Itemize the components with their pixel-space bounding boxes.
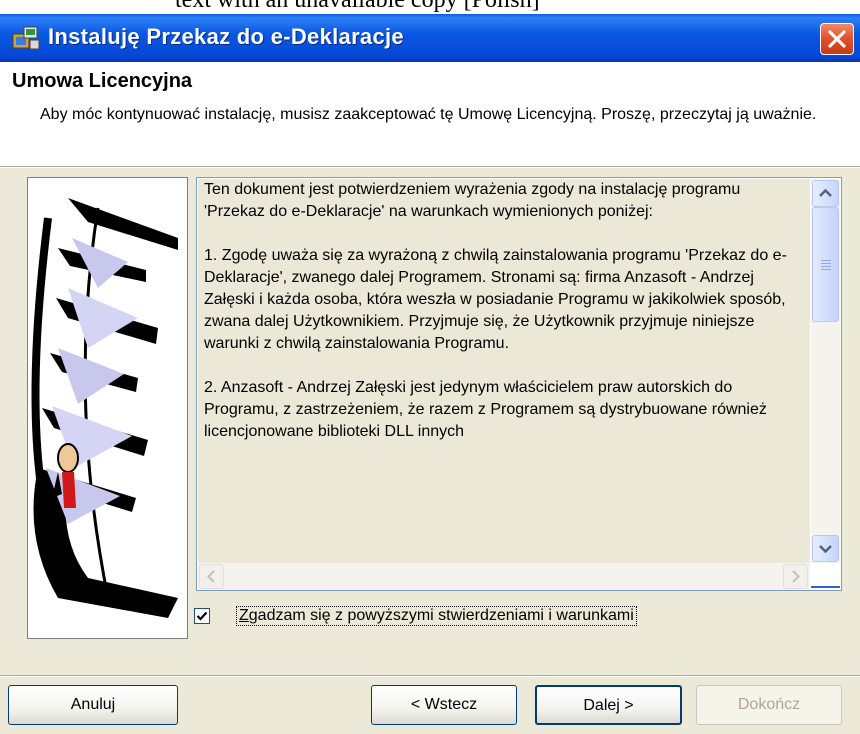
wizard-footer: Anuluj < Wstecz Dalej > Dokończ <box>0 677 860 734</box>
chevron-right-icon <box>792 570 800 583</box>
wizard-header: Umowa Licencyjna Aby móc kontynuować ins… <box>0 62 860 166</box>
scroll-right-button[interactable] <box>783 564 808 589</box>
page-title: Umowa Licencyjna <box>12 70 193 92</box>
next-button[interactable]: Dalej > <box>535 685 682 725</box>
back-button[interactable]: < Wstecz <box>371 685 517 725</box>
scroll-down-button[interactable] <box>812 535 839 562</box>
agree-checkbox-label[interactable]: Zgadzam się z powyższymi stwierdzeniami … <box>236 606 637 626</box>
page-description: Aby móc kontynuować instalację, musisz z… <box>40 106 817 123</box>
checkmark-icon <box>196 611 208 621</box>
scroll-up-button[interactable] <box>812 180 839 207</box>
window-title: Instaluję Przekaz do e-Deklaracje <box>48 24 404 49</box>
cropped-top-strip: text with an unavailable copy [Polish] <box>0 0 860 14</box>
agree-checkbox[interactable] <box>194 608 210 624</box>
wizard-body: Ten dokument jest potwierdzeniem wyrażen… <box>0 168 860 677</box>
license-illustration <box>27 177 188 639</box>
cropped-top-text: text with an unavailable copy [Polish] <box>175 0 540 13</box>
cancel-button[interactable]: Anuluj <box>8 685 178 725</box>
license-text: Ten dokument jest potwierdzeniem wyrażen… <box>204 181 787 440</box>
scroll-left-button[interactable] <box>199 564 224 589</box>
license-text-box[interactable]: Ten dokument jest potwierdzeniem wyrażen… <box>196 177 842 591</box>
vertical-scrollbar[interactable] <box>811 179 840 563</box>
chevron-down-icon <box>819 545 832 554</box>
chevron-left-icon <box>207 570 215 583</box>
license-viewport: Ten dokument jest potwierdzeniem wyrażen… <box>198 179 810 563</box>
close-button[interactable] <box>820 23 854 55</box>
vertical-scroll-thumb[interactable] <box>812 207 839 322</box>
close-icon <box>828 30 846 48</box>
chevron-up-icon <box>819 188 832 197</box>
scrollbar-corner <box>811 563 840 590</box>
horizontal-scrollbar[interactable] <box>198 563 810 590</box>
title-bar[interactable]: Instaluję Przekaz do e-Deklaracje <box>0 14 860 62</box>
installer-icon <box>12 25 40 51</box>
finish-button: Dokończ <box>696 685 842 725</box>
